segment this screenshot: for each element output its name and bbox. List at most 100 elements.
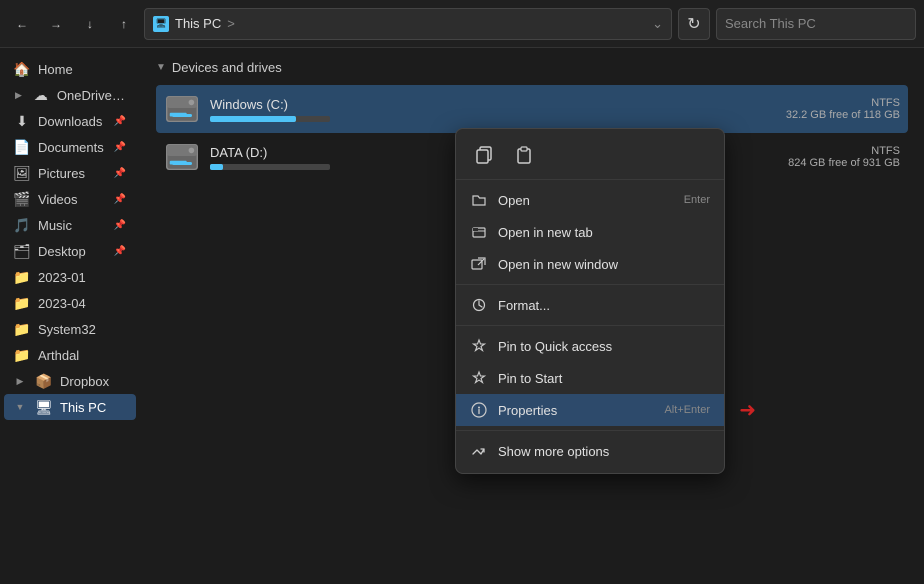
ctx-pin-start-icon <box>470 369 488 387</box>
ctx-format-item[interactable]: Format... <box>456 289 724 321</box>
ctx-open-tab-label: Open in new tab <box>498 225 710 240</box>
expand-icon-onedrive: ▶ <box>14 89 23 101</box>
ctx-open-tab-item[interactable]: Open in new tab <box>456 216 724 248</box>
sidebar-icon-documents: 📄 <box>14 139 30 155</box>
pin-icon-music: 📌 <box>114 220 126 231</box>
drive-bar-d <box>210 164 223 170</box>
sidebar-item-downloads[interactable]: ⬇Downloads📌 <box>4 108 136 134</box>
address-bar[interactable]: 🖥 This PC > ⌄ <box>144 8 672 40</box>
main-layout: 🏠Home ▶ ☁ OneDrive - Pers ⬇Downloads📌 📄 Docume… <box>0 48 924 584</box>
pin-icon-downloads: 📌 <box>114 116 126 127</box>
up-button[interactable]: ↑ <box>110 10 138 38</box>
ctx-more-options-label: Show more options <box>498 444 710 459</box>
sidebar-label-onedrive: OneDrive - Pers <box>57 88 126 103</box>
address-separator: > <box>227 16 235 31</box>
sidebar-item-home[interactable]: 🏠Home <box>4 56 136 82</box>
ctx-open-label: Open <box>498 193 674 208</box>
pin-icon-pictures: 📌 <box>114 168 126 179</box>
sidebar-label-dropbox: Dropbox <box>60 374 109 389</box>
sidebar-label-system32: System32 <box>38 322 96 337</box>
red-arrow-icon: ➜ <box>739 398 756 423</box>
sidebar-label-videos: Videos <box>38 192 78 207</box>
sidebar-icon-desktop: 🗂 <box>14 243 30 259</box>
sidebar-label-pictures: Pictures <box>38 166 85 181</box>
ctx-copy-button[interactable] <box>468 139 500 171</box>
ctx-pin-quick-label: Pin to Quick access <box>498 339 710 354</box>
sidebar-label-thispc: This PC <box>60 400 106 415</box>
ctx-more-options-icon <box>470 442 488 460</box>
sidebar-item-videos[interactable]: 🎬 Videos 📌 <box>4 186 136 212</box>
pin-icon-documents: 📌 <box>114 142 126 153</box>
drive-info-c: Windows (C:) <box>210 97 750 122</box>
ctx-properties-item[interactable]: Properties Alt+Enter ➜ <box>456 394 724 426</box>
ctx-divider-3 <box>456 430 724 431</box>
sidebar-icon-videos: 🎬 <box>14 191 30 207</box>
ctx-open-tab-icon <box>470 223 488 241</box>
section-chevron-icon: ▼ <box>156 62 166 73</box>
sidebar-item-2023-01[interactable]: 📁2023-01 <box>4 264 136 290</box>
ctx-divider-1 <box>456 284 724 285</box>
sidebar-label-music: Music <box>38 218 72 233</box>
ctx-properties-icon <box>470 401 488 419</box>
sidebar-icon-2023-04: 📁 <box>14 295 30 311</box>
sidebar-item-desktop[interactable]: 🗂Desktop📌 <box>4 238 136 264</box>
sidebar-label-documents: Documents <box>38 140 104 155</box>
address-path: This PC <box>175 16 221 31</box>
refresh-button[interactable]: ↻ <box>678 8 710 40</box>
search-bar[interactable]: Search This PC <box>716 8 916 40</box>
sidebar-item-system32[interactable]: 📁 System32 <box>4 316 136 342</box>
sidebar-icon-system32: 📁 <box>14 321 30 337</box>
sidebar-item-dropbox[interactable]: ▶📦Dropbox <box>4 368 136 394</box>
ctx-pin-quick-item[interactable]: Pin to Quick access <box>456 330 724 362</box>
drive-meta-d: NTFS 824 GB free of 931 GB <box>760 145 900 169</box>
sidebar-item-music[interactable]: 🎵 Music 📌 <box>4 212 136 238</box>
ctx-open-window-icon <box>470 255 488 273</box>
sidebar-item-pictures[interactable]: 🖼Pictures📌 <box>4 160 136 186</box>
drive-icon-c <box>164 91 200 127</box>
address-chevron-icon[interactable]: ⌄ <box>652 16 663 32</box>
section-title: Devices and drives <box>172 60 282 75</box>
ctx-format-label: Format... <box>498 298 710 313</box>
sidebar-item-documents[interactable]: 📄 Documents 📌 <box>4 134 136 160</box>
ctx-open-item[interactable]: Open Enter <box>456 184 724 216</box>
drive-bar-container-d <box>210 164 330 170</box>
drive-free-d: 824 GB free of 931 GB <box>760 157 900 169</box>
drive-icon-d <box>164 139 200 175</box>
sidebar-icon-downloads: ⬇ <box>14 113 30 129</box>
sidebar-item-arthdal[interactable]: 📁 Arthdal <box>4 342 136 368</box>
expand-icon-thispc: ▼ <box>14 401 26 413</box>
ctx-open-window-label: Open in new window <box>498 257 710 272</box>
sidebar-label-arthdal: Arthdal <box>38 348 79 363</box>
drive-item-c[interactable]: Windows (C:) NTFS 32.2 GB free of 118 GB <box>156 85 908 133</box>
ctx-pin-start-item[interactable]: Pin to Start <box>456 362 724 394</box>
forward-button[interactable]: → <box>42 10 70 38</box>
pc-icon: 🖥 <box>153 16 169 32</box>
sidebar-icon-onedrive: ☁ <box>33 87 49 103</box>
drive-free-c: 32.2 GB free of 118 GB <box>760 109 900 121</box>
sidebar-item-onedrive[interactable]: ▶ ☁ OneDrive - Pers <box>4 82 136 108</box>
ctx-open-shortcut: Enter <box>684 194 710 206</box>
sidebar-icon-music: 🎵 <box>14 217 30 233</box>
sidebar-item-2023-04[interactable]: 📁2023-04 <box>4 290 136 316</box>
recent-button[interactable]: ↓ <box>76 10 104 38</box>
ctx-format-icon <box>470 296 488 314</box>
devices-section-header: ▼ Devices and drives <box>156 60 908 75</box>
ctx-open-window-item[interactable]: Open in new window <box>456 248 724 280</box>
hdd-graphic-c <box>166 96 198 122</box>
expand-icon-dropbox: ▶ <box>14 375 26 387</box>
sidebar-label-desktop: Desktop <box>38 244 86 259</box>
ctx-more-options-item[interactable]: Show more options <box>456 435 724 467</box>
ctx-paste-button[interactable] <box>508 139 540 171</box>
drive-meta-c: NTFS 32.2 GB free of 118 GB <box>760 97 900 121</box>
refresh-icon: ↻ <box>687 14 700 34</box>
pin-icon-videos: 📌 <box>114 194 126 205</box>
ctx-pin-quick-icon <box>470 337 488 355</box>
titlebar: ← → ↓ ↑ 🖥 This PC > ⌄ ↻ Search This PC <box>0 0 924 48</box>
sidebar-label-2023-01: 2023-01 <box>38 270 86 285</box>
drive-bar-c <box>210 116 296 122</box>
sidebar-icon-arthdal: 📁 <box>14 347 30 363</box>
drive-fs-d: NTFS <box>760 145 900 157</box>
drive-bar-container-c <box>210 116 330 122</box>
sidebar-item-thispc[interactable]: ▼🖥This PC <box>4 394 136 420</box>
back-button[interactable]: ← <box>8 10 36 38</box>
